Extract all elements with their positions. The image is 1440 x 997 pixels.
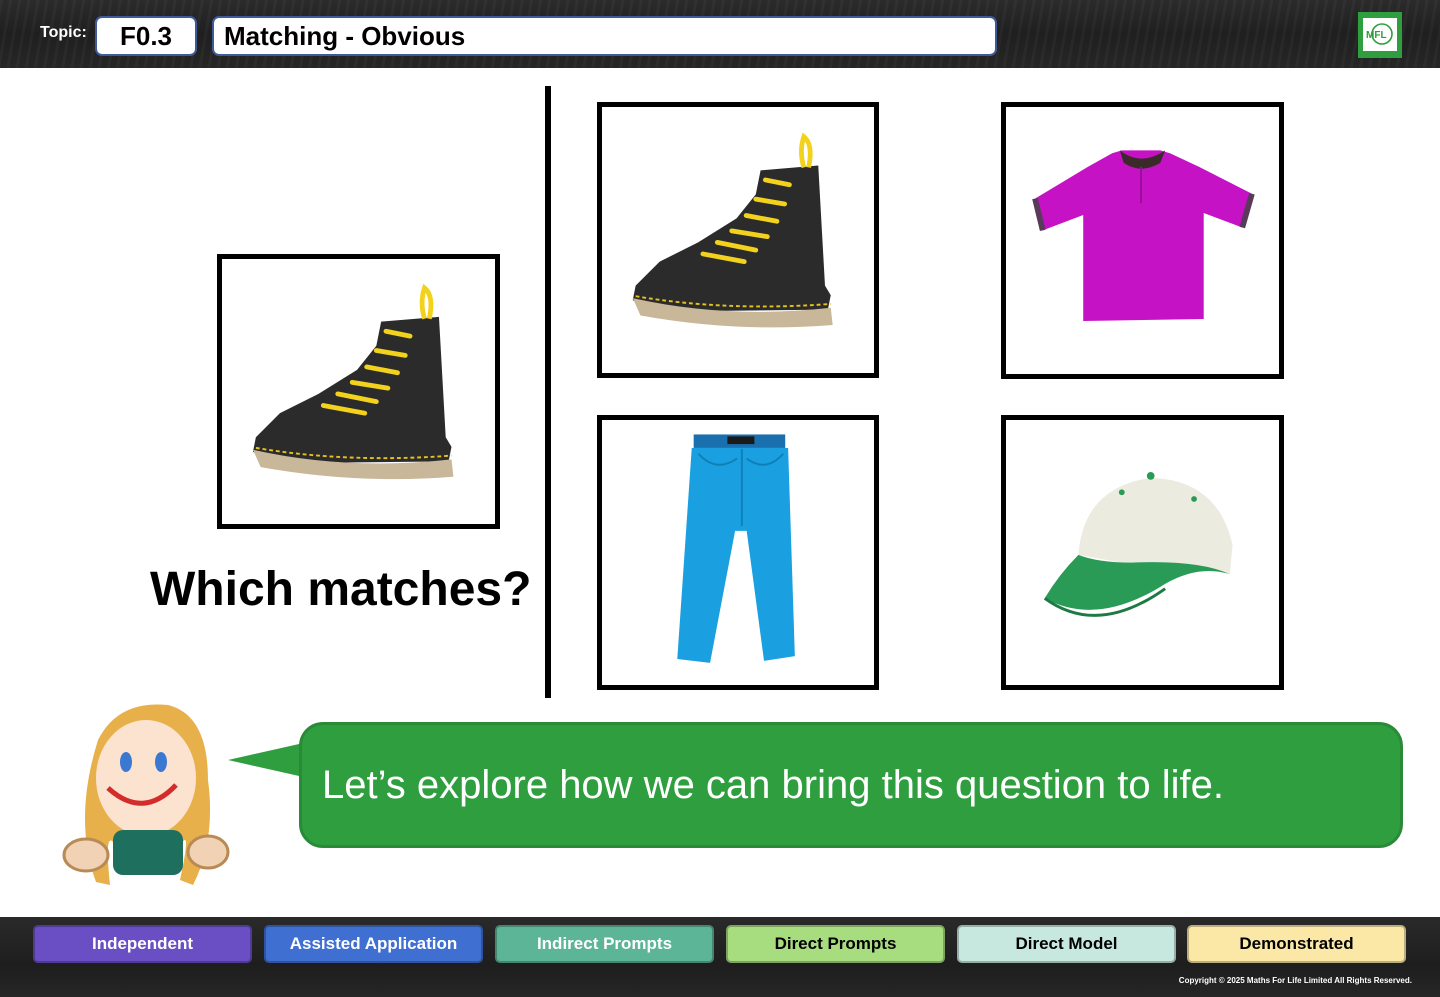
svg-text:MFL: MFL xyxy=(1366,30,1387,41)
topic-label: Topic: xyxy=(40,24,87,41)
copyright-text: Copyright © 2025 Maths For Life Limited … xyxy=(1178,976,1412,985)
boot-image xyxy=(252,283,454,480)
option-card-cap[interactable] xyxy=(1001,415,1284,690)
speech-bubble: Let’s explore how we can bring this ques… xyxy=(299,722,1403,848)
level-label: Indirect Prompts xyxy=(536,934,673,953)
level-label: Demonstrated xyxy=(1239,934,1354,953)
level-button-direct-prompts[interactable]: Direct Prompts xyxy=(726,925,945,963)
baseball-cap-image xyxy=(1043,472,1233,617)
target-card xyxy=(217,254,500,529)
mfl-logo: MFL xyxy=(1358,12,1402,58)
teacher-avatar xyxy=(62,704,230,885)
speech-bubble-tail xyxy=(228,742,308,778)
divider-line xyxy=(545,86,551,698)
level-button-indirect-prompts[interactable]: Indirect Prompts xyxy=(495,925,714,963)
topic-title: Matching - Obvious xyxy=(212,16,997,56)
topic-code: F0.3 xyxy=(95,16,197,56)
jeans-image xyxy=(677,434,795,663)
option-card-boot[interactable] xyxy=(597,102,879,378)
level-label: Direct Prompts xyxy=(774,934,897,953)
level-button-independent[interactable]: Independent xyxy=(33,925,252,963)
option-card-shirt[interactable] xyxy=(1001,102,1284,379)
level-button-assisted-application[interactable]: Assisted Application xyxy=(264,925,483,963)
polo-shirt-image xyxy=(1032,150,1255,321)
level-label: Direct Model xyxy=(1015,934,1118,953)
level-label: Independent xyxy=(91,934,194,953)
level-button-demonstrated[interactable]: Demonstrated xyxy=(1187,925,1406,963)
boot-image xyxy=(632,132,833,328)
question-text: Which matches? xyxy=(150,563,532,616)
option-card-jeans[interactable] xyxy=(597,415,879,690)
level-label: Assisted Application xyxy=(289,934,458,953)
speech-text: Let’s explore how we can bring this ques… xyxy=(322,762,1225,807)
level-button-direct-model[interactable]: Direct Model xyxy=(957,925,1176,963)
